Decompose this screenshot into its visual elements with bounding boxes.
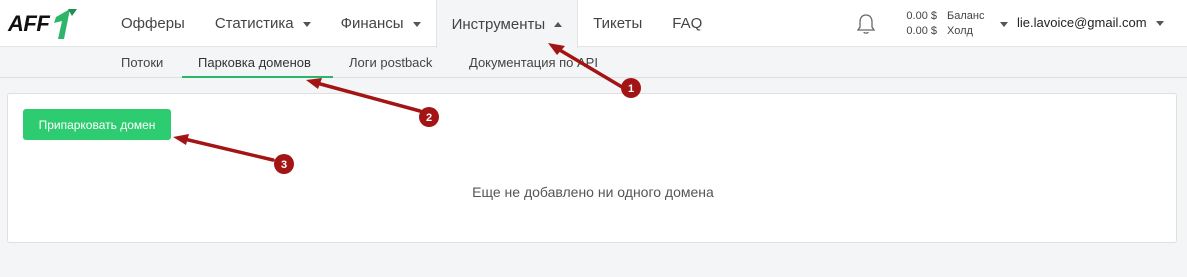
caret-down-icon: [1155, 20, 1164, 26]
nav-label: Офферы: [121, 15, 185, 32]
nav-label: Тикеты: [593, 15, 643, 32]
bell-icon[interactable]: [856, 13, 876, 35]
subnav-item-api-docs[interactable]: Документация по API: [469, 48, 598, 78]
nav-label: Финансы: [340, 15, 404, 32]
user-menu[interactable]: lie.lavoice@gmail.com: [1017, 15, 1164, 30]
balance-value: 0.00 $: [906, 10, 937, 22]
main-nav: Офферы Статистика Финансы Инструменты Ти…: [106, 0, 717, 48]
nav-item-faq[interactable]: FAQ: [657, 0, 717, 47]
nav-label: FAQ: [672, 15, 703, 32]
empty-state-message: Еще не добавлено ни одного домена: [472, 184, 714, 200]
hold-value: 0.00 $: [906, 25, 937, 37]
domains-panel: Припарковать домен Еще не добавлено ни о…: [7, 93, 1177, 243]
park-domain-button[interactable]: Припарковать домен: [23, 109, 171, 140]
hold-label: Холд: [947, 25, 973, 37]
user-email: lie.lavoice@gmail.com: [1017, 15, 1147, 30]
balance-dropdown-icon[interactable]: [1000, 22, 1008, 27]
nav-item-statistics[interactable]: Статистика: [200, 0, 326, 47]
balance-values: 0.00 $ 0.00 $: [898, 9, 937, 39]
logo-text: AFF: [8, 11, 50, 36]
logo-mark-icon: [54, 9, 78, 39]
nav-item-tickets[interactable]: Тикеты: [578, 0, 657, 47]
subnav-item-domain-parking[interactable]: Парковка доменов: [182, 48, 333, 78]
subnav-item-postback-logs[interactable]: Логи postback: [349, 48, 432, 78]
caret-down-icon: [302, 21, 311, 27]
nav-label: Инструменты: [451, 15, 546, 33]
balance-label: Баланс: [947, 10, 985, 22]
caret-up-icon: [554, 22, 563, 27]
nav-label: Статистика: [214, 15, 294, 32]
nav-item-offers[interactable]: Офферы: [106, 0, 200, 47]
nav-item-tools[interactable]: Инструменты: [435, 0, 579, 48]
tools-subnav: Потоки Парковка доменов Логи postback До…: [0, 48, 1187, 78]
nav-item-finance[interactable]: Финансы: [326, 0, 436, 47]
caret-down-icon: [412, 21, 421, 27]
aff1-logo[interactable]: AFF: [8, 7, 78, 41]
balance-labels: Баланс Холд: [947, 9, 984, 39]
subnav-item-flows[interactable]: Потоки: [121, 48, 163, 78]
top-navbar: AFF Офферы Статистика Финансы Инструмент…: [0, 0, 1187, 48]
